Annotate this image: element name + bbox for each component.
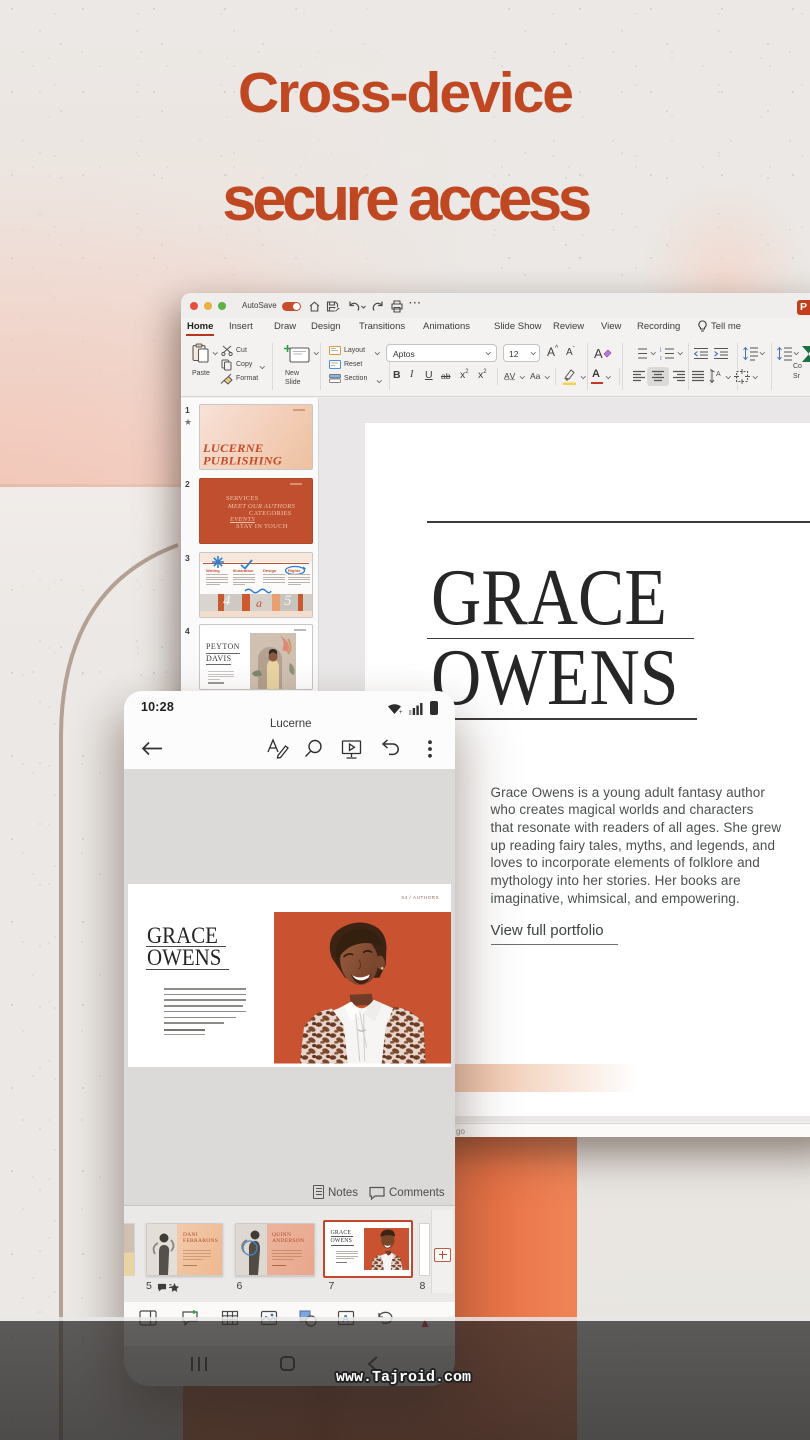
svg-text:+: + xyxy=(399,710,403,715)
svg-text:A: A xyxy=(716,371,721,378)
svg-text:A: A xyxy=(594,346,603,360)
